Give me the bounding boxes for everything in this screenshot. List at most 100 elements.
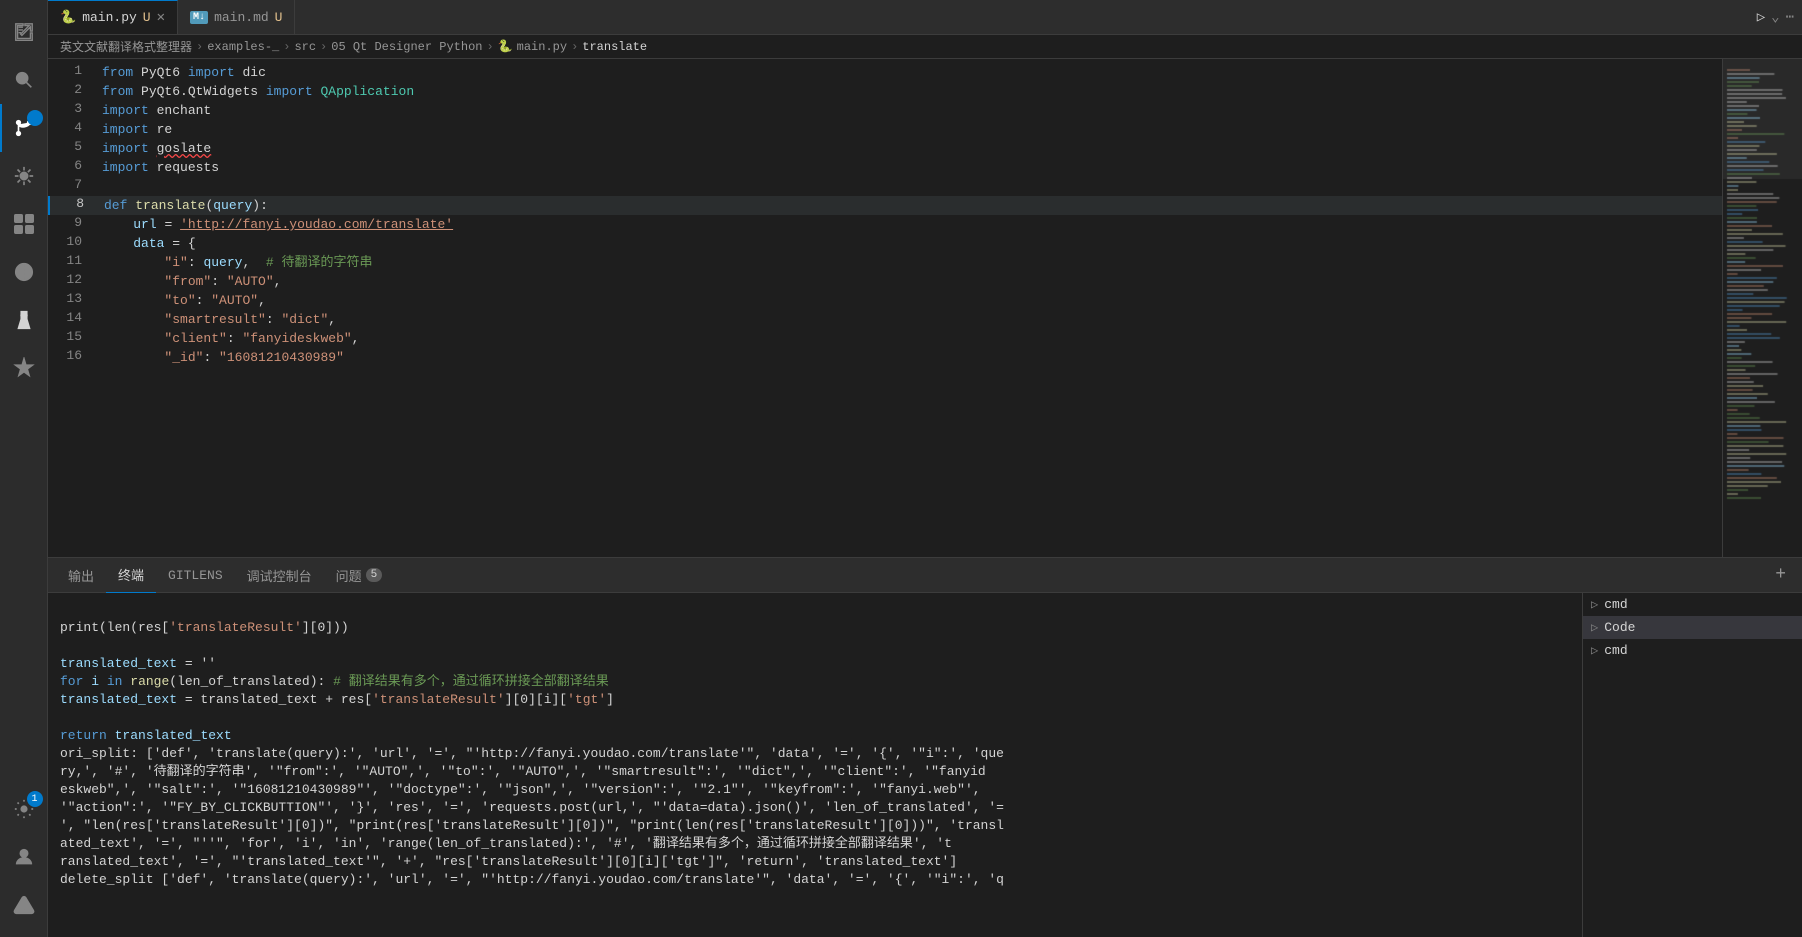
terminal-line: ranslated_text', '=', "'translated_text'… [60, 853, 1570, 871]
breadcrumb-mainpy[interactable]: main.py [517, 40, 567, 54]
code-line-3: 3 import enchant [48, 101, 1722, 120]
line-content-2: from PyQt6.QtWidgets import QApplication [98, 82, 1722, 101]
terminal-line: ori_split: ['def', 'translate(query):', … [60, 745, 1570, 763]
terminal-sidebar-item-cmd2[interactable]: ▷ cmd [1583, 639, 1802, 662]
panel-tab-gitlens[interactable]: GITLENS [156, 558, 235, 593]
breadcrumb-examples[interactable]: examples-_ [207, 40, 279, 54]
activity-bar-item-remote[interactable] [0, 248, 48, 296]
code-editor[interactable]: 1 from PyQt6 import dic 2 from PyQt6.QtW… [48, 59, 1722, 557]
panel-body: print(len(res['translateResult'][0])) tr… [48, 593, 1802, 937]
breadcrumb-qt[interactable]: 05 Qt Designer Python [331, 40, 482, 54]
tab-label: main.md [214, 10, 269, 25]
code-line-13: 13 "to": "AUTO", [48, 291, 1722, 310]
tab-bar: 🐍 main.py U ✕ M↓ main.md U ▷ ⌄ ⋯ [48, 0, 1802, 35]
activity-bar-item-lab[interactable] [0, 296, 48, 344]
activity-bar: 1 [0, 0, 48, 937]
terminal-sidebar-icon: ▷ [1591, 620, 1598, 635]
more-icon[interactable]: ⋯ [1786, 9, 1794, 26]
panel-tab-terminal-label: 终端 [118, 565, 144, 584]
activity-bar-bottom: 1 [0, 785, 48, 937]
line-num-14: 14 [48, 310, 98, 325]
breadcrumb-root[interactable]: 英文文献翻译格式整理器 [60, 38, 192, 55]
breadcrumb: 英文文献翻译格式整理器 › examples-_ › src › 05 Qt D… [48, 35, 1802, 59]
breadcrumb-symbol[interactable]: translate [582, 40, 647, 54]
activity-bar-item-settings[interactable]: 1 [0, 785, 48, 833]
split-icon[interactable]: ⌄ [1771, 9, 1779, 26]
terminal-sidebar-item-code[interactable]: ▷ Code [1583, 616, 1802, 639]
code-line-6: 6 import requests [48, 158, 1722, 177]
line-content-12: "from": "AUTO", [98, 272, 1722, 291]
code-line-10: 10 data = { [48, 234, 1722, 253]
terminal-line: '"action":', '"FY_BY_CLICKBUTTION"', '}'… [60, 799, 1570, 817]
panel-tab-output[interactable]: 输出 [56, 558, 106, 593]
activity-bar-item-source-control[interactable] [0, 104, 48, 152]
line-num-4: 4 [48, 120, 98, 135]
terminal-line: delete_split ['def', 'translate(query):'… [60, 871, 1570, 889]
terminal-line: for i in range(len_of_translated): # 翻译结… [60, 673, 1570, 691]
terminal-sidebar-label: cmd [1604, 643, 1627, 658]
terminal-line: ', "len(res['translateResult'][0])", "pr… [60, 817, 1570, 835]
breadcrumb-src[interactable]: src [294, 40, 316, 54]
terminal-line [60, 709, 1570, 727]
activity-bar-item-debug[interactable] [0, 152, 48, 200]
code-line-8: 8 def translate(query): [48, 196, 1722, 215]
line-num-13: 13 [48, 291, 98, 306]
activity-bar-item-knowledge[interactable] [0, 344, 48, 392]
code-line-9: 9 url = 'http://fanyi.youdao.com/transla… [48, 215, 1722, 234]
terminal-content[interactable]: print(len(res['translateResult'][0])) tr… [48, 593, 1582, 937]
panel-tab-debug-console[interactable]: 调试控制台 [235, 558, 324, 593]
terminal-line: translated_text = translated_text + res[… [60, 691, 1570, 709]
terminal-line [60, 601, 1570, 619]
line-content-15: "client": "fanyideskweb", [98, 329, 1722, 348]
activity-bar-item-explorer[interactable] [0, 8, 48, 56]
line-num-11: 11 [48, 253, 98, 268]
panel-add-button[interactable]: + [1767, 565, 1794, 585]
code-line-16: 16 "_id": "16081210430989" [48, 348, 1722, 367]
line-num-7: 7 [48, 177, 98, 192]
line-content-11: "i": query, # 待翻译的字符串 [98, 253, 1722, 272]
terminal-line: return translated_text [60, 727, 1570, 745]
line-content-6: import requests [98, 158, 1722, 177]
activity-bar-item-extensions[interactable] [0, 200, 48, 248]
line-content-14: "smartresult": "dict", [98, 310, 1722, 329]
line-content-8: def translate(query): [100, 196, 1722, 215]
tab-close-button[interactable]: ✕ [157, 9, 165, 26]
line-content-10: data = { [98, 234, 1722, 253]
panel-tab-terminal[interactable]: 终端 [106, 558, 156, 593]
tab-main-md[interactable]: M↓ main.md U [178, 0, 295, 34]
code-line-4: 4 import re [48, 120, 1722, 139]
terminal-line: print(len(res['translateResult'][0])) [60, 619, 1570, 637]
terminal-sidebar-icon: ▷ [1591, 597, 1598, 612]
line-num-16: 16 [48, 348, 98, 363]
activity-bar-item-gear[interactable] [0, 881, 48, 929]
code-line-2: 2 from PyQt6.QtWidgets import QApplicati… [48, 82, 1722, 101]
tab-label: main.py [82, 10, 137, 25]
code-line-12: 12 "from": "AUTO", [48, 272, 1722, 291]
line-num-1: 1 [48, 63, 98, 78]
tab-main-py[interactable]: 🐍 main.py U ✕ [48, 0, 178, 34]
editor-area: 1 from PyQt6 import dic 2 from PyQt6.QtW… [48, 59, 1802, 557]
line-content-5: import goslate [98, 139, 1722, 158]
run-icon[interactable]: ▷ [1757, 9, 1765, 26]
code-lines: 1 from PyQt6 import dic 2 from PyQt6.QtW… [48, 59, 1722, 367]
terminal-sidebar-label: cmd [1604, 597, 1627, 612]
terminal-line: eskweb",', '"salt":', '"16081210430989"'… [60, 781, 1570, 799]
terminal-sidebar-item-cmd1[interactable]: ▷ cmd [1583, 593, 1802, 616]
tab-modified: U [275, 10, 283, 25]
line-num-6: 6 [48, 158, 98, 173]
activity-bar-item-search[interactable] [0, 56, 48, 104]
problems-badge: 5 [366, 568, 383, 582]
markdown-file-icon: M↓ [190, 11, 208, 24]
activity-bar-item-account[interactable] [0, 833, 48, 881]
terminal-line: ry,', '#', '待翻译的字符串', '"from":', '"AUTO"… [60, 763, 1570, 781]
code-line-14: 14 "smartresult": "dict", [48, 310, 1722, 329]
tab-right-actions: ▷ ⌄ ⋯ [1757, 0, 1802, 34]
line-num-15: 15 [48, 329, 98, 344]
panel-tab-problems[interactable]: 问题 5 [324, 558, 395, 593]
line-num-10: 10 [48, 234, 98, 249]
panel-tab-bar: 输出 终端 GITLENS 调试控制台 问题 5 + [48, 558, 1802, 593]
line-content-13: "to": "AUTO", [98, 291, 1722, 310]
breadcrumb-py-icon: 🐍 [498, 39, 513, 54]
line-content-3: import enchant [98, 101, 1722, 120]
main-area: 🐍 main.py U ✕ M↓ main.md U ▷ ⌄ ⋯ 英文文献翻译格… [48, 0, 1802, 937]
